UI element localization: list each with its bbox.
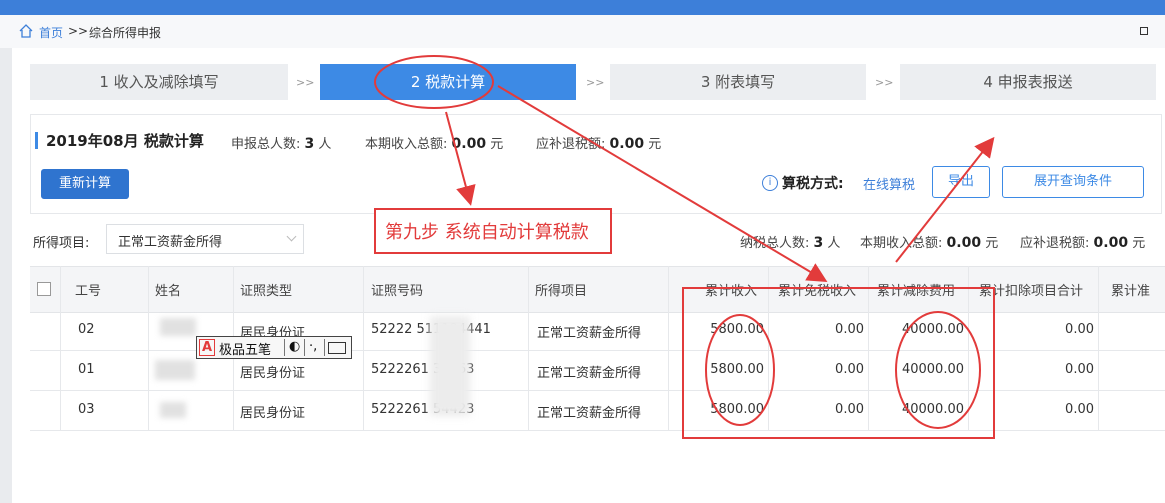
column-divider	[868, 266, 869, 430]
ime-name: 极品五笔	[219, 343, 272, 358]
left-gutter	[0, 48, 12, 503]
cell-id: 02	[78, 322, 95, 337]
calc-method-label: 算税方式:	[782, 176, 844, 192]
cell-id: 03	[78, 402, 95, 417]
declare-count: 申报总人数: 3 人	[231, 136, 332, 152]
calc-method-value[interactable]: 在线算税	[863, 174, 915, 193]
col-header-id[interactable]: 工号	[75, 280, 101, 299]
column-divider	[968, 266, 969, 430]
col-header-deduct[interactable]: 累计减除费用	[877, 280, 955, 299]
page-title: 2019年08月 税款计算	[46, 132, 204, 150]
id-redaction	[430, 316, 470, 416]
column-divider	[768, 266, 769, 430]
step-3-schedule[interactable]: 3 附表填写	[610, 64, 866, 100]
breadcrumb-separator: >>	[68, 24, 89, 38]
column-divider	[1098, 266, 1099, 430]
column-divider	[148, 266, 149, 430]
cell-item: 正常工资薪金所得	[537, 406, 642, 421]
row-divider	[30, 430, 1165, 431]
col-header-total-deduct[interactable]: 累计扣除项目合计	[979, 280, 1083, 299]
tax-total: 应补退税额: 0.00 元	[536, 136, 662, 152]
column-divider	[668, 266, 669, 430]
top-bar	[0, 0, 1165, 15]
col-header-id-no[interactable]: 证照号码	[371, 280, 423, 299]
filter-income-total: 本期收入总额: 0.00 元	[860, 235, 999, 251]
select-all-checkbox[interactable]	[37, 282, 51, 296]
step-2-tax-calculation[interactable]: 2 税款计算	[320, 64, 576, 100]
annotation-callout: 第九步 系统自动计算税款	[374, 208, 612, 254]
cell-income: 5800.00	[710, 402, 764, 417]
income-total: 本期收入总额: 0.00 元	[365, 136, 504, 152]
breadcrumb-current: 综合所得申报	[89, 26, 162, 40]
breadcrumb: 首页 >> 综合所得申报	[0, 15, 1165, 49]
cell-id: 01	[78, 362, 95, 377]
cell-id-type: 居民身份证	[240, 406, 306, 421]
expand-query-button[interactable]: 展开查询条件	[1002, 166, 1144, 198]
filter-tax-total: 应补退税额: 0.00 元	[1020, 235, 1146, 251]
cell-income: 5800.00	[710, 362, 764, 377]
name-redaction	[160, 402, 186, 418]
cell-deduct: 40000.00	[901, 322, 964, 337]
row-divider	[30, 390, 1165, 391]
cell-deduct: 40000.00	[901, 402, 964, 417]
cell-item: 正常工资薪金所得	[537, 326, 642, 341]
cell-exempt: 0.00	[835, 362, 864, 377]
step-4-submit[interactable]: 4 申报表报送	[900, 64, 1156, 100]
col-header-name[interactable]: 姓名	[155, 280, 181, 299]
name-redaction	[155, 360, 195, 380]
col-header-more[interactable]: 累计准	[1111, 280, 1150, 299]
export-button[interactable]: 导出	[932, 166, 990, 198]
summary-panel	[30, 114, 1162, 214]
col-header-exempt[interactable]: 累计免税收入	[778, 280, 856, 299]
col-header-id-type[interactable]: 证照类型	[240, 280, 292, 299]
income-item-label: 所得项目:	[33, 236, 90, 251]
cell-total-deduct: 0.00	[1065, 362, 1094, 377]
step-1-income[interactable]: 1 收入及减除填写	[30, 64, 288, 100]
chevron-down-icon	[286, 231, 297, 242]
name-redaction	[160, 318, 196, 336]
income-item-select[interactable]: 正常工资薪金所得	[106, 224, 304, 254]
income-item-selected: 正常工资薪金所得	[118, 235, 223, 250]
cell-deduct: 40000.00	[901, 362, 964, 377]
col-header-item[interactable]: 所得项目	[535, 280, 587, 299]
column-divider	[60, 266, 61, 430]
column-divider	[528, 266, 529, 430]
col-header-income[interactable]: 累计收入	[705, 280, 757, 299]
keyboard-icon	[328, 342, 346, 354]
title-accent-bar	[35, 132, 38, 149]
recalculate-button[interactable]: 重新计算	[41, 169, 129, 199]
info-icon: i	[762, 175, 778, 191]
step-arrow: >>	[296, 76, 315, 89]
column-divider	[363, 266, 364, 430]
step-arrow: >>	[586, 76, 605, 89]
ime-mode-icon: A	[199, 339, 215, 356]
ime-toolbar[interactable]: A 极品五笔 ◐ ·,	[196, 336, 352, 359]
home-icon[interactable]	[18, 23, 34, 39]
cell-total-deduct: 0.00	[1065, 402, 1094, 417]
cell-item: 正常工资薪金所得	[537, 366, 642, 381]
cell-id-type: 居民身份证	[240, 366, 306, 381]
breadcrumb-home[interactable]: 首页	[39, 24, 63, 41]
cell-total-deduct: 0.00	[1065, 322, 1094, 337]
ime-halfwidth-icon: ◐	[289, 339, 301, 354]
taxpayer-count: 纳税总人数: 3 人	[740, 235, 841, 251]
ime-punctuation-icon: ·,	[309, 339, 318, 354]
cell-income: 5800.00	[710, 322, 764, 337]
restore-window-icon[interactable]	[1140, 27, 1148, 35]
step-arrow: >>	[875, 76, 894, 89]
cell-exempt: 0.00	[835, 402, 864, 417]
cell-exempt: 0.00	[835, 322, 864, 337]
